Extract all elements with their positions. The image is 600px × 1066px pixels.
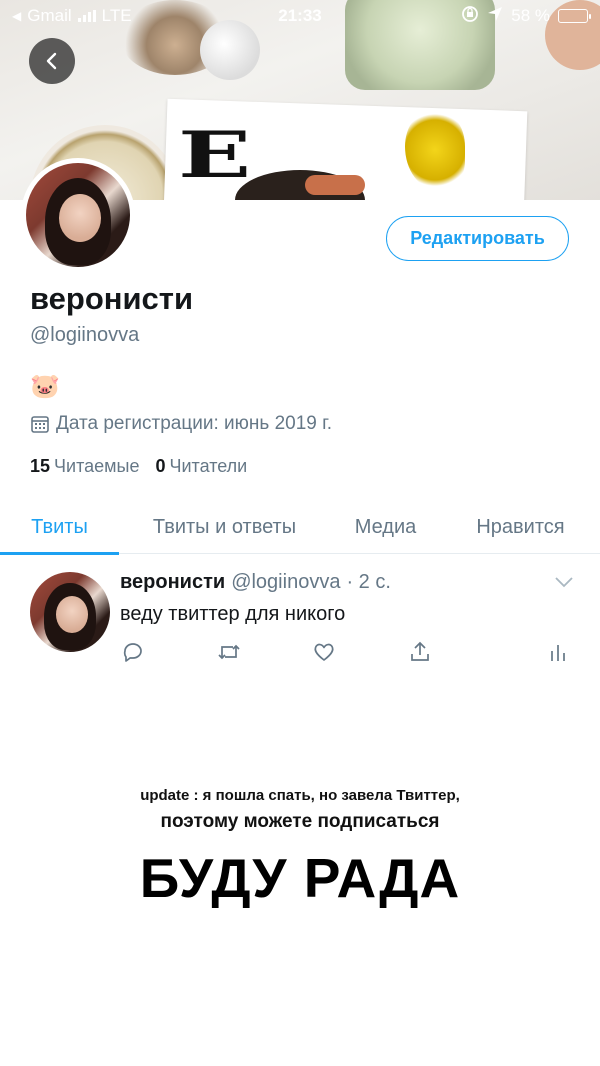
tweet-author-name: веронисти [120, 571, 226, 593]
analytics-icon [551, 645, 565, 661]
followers-link[interactable]: 0 Читатели [155, 456, 247, 477]
tweet-actions [120, 639, 580, 665]
tab-tweets-and-replies[interactable]: Твиты и ответы [119, 500, 330, 554]
status-bar: ◀ Gmail LTE 21:33 58 % [0, 0, 600, 32]
reply-button[interactable] [120, 639, 146, 665]
signal-icon [77, 10, 96, 22]
carrier-label[interactable]: Gmail [27, 6, 71, 26]
reply-icon [123, 643, 142, 662]
network-label: LTE [101, 6, 132, 25]
share-icon [411, 641, 429, 661]
following-link[interactable]: 15 Читаемые [30, 456, 139, 477]
location-arrow-icon [487, 6, 503, 27]
share-button[interactable] [407, 639, 433, 665]
battery-percent: 58 % [511, 6, 550, 25]
profile-name: веронисти [30, 281, 194, 316]
tweet-time: · 2 с. [346, 571, 391, 593]
chevron-down-icon [555, 577, 573, 588]
like-icon [314, 643, 334, 661]
overlay-update-text: update : я пошла спать, но завела Твитте… [140, 787, 460, 804]
profile-handle: @logiinovva [30, 324, 140, 346]
tweet-text: веду твиттер для никого [120, 603, 346, 625]
back-arrow-icon [46, 52, 57, 70]
following-count: 15 [30, 456, 51, 476]
tweet-avatar[interactable] [30, 572, 110, 652]
followers-count: 0 [155, 456, 166, 476]
follow-stats: 15 Читаемые 0 Читатели [30, 456, 247, 477]
tab-likes[interactable]: Нравится [441, 500, 600, 554]
battery-icon [558, 9, 591, 23]
profile-avatar[interactable] [21, 158, 135, 272]
tweet[interactable]: веронисти @logiinovva · 2 с. веду твитте… [0, 555, 600, 675]
retweet-button[interactable] [216, 639, 242, 665]
overlay-headline: БУДУ РАДА [139, 847, 461, 909]
back-to-app-icon[interactable]: ◀ [12, 9, 21, 23]
tweet-menu-button[interactable] [554, 575, 574, 594]
overlay-subscribe-text: поэтому можете подписаться [160, 811, 440, 832]
profile-tabs: Твиты Твиты и ответы Медиа Нравится [0, 500, 600, 555]
join-date-label: Дата регистрации: июнь 2019 г. [56, 413, 333, 434]
calendar-icon [31, 416, 49, 433]
tweet-header: веронисти @logiinovva · 2 с. [120, 571, 391, 594]
join-date: Дата регистрации: июнь 2019 г. [30, 413, 332, 435]
like-button[interactable] [311, 639, 337, 665]
back-button[interactable] [29, 38, 75, 84]
tab-tweets[interactable]: Твиты [0, 500, 119, 555]
retweet-icon [218, 644, 240, 660]
tab-media[interactable]: Медиа [330, 500, 441, 554]
analytics-button[interactable] [545, 639, 571, 665]
edit-profile-button[interactable]: Редактировать [386, 216, 569, 261]
followers-label: Читатели [169, 456, 248, 476]
following-label: Читаемые [54, 456, 140, 476]
orientation-lock-icon [461, 5, 479, 28]
tweet-author-handle: @logiinovva [231, 571, 341, 593]
profile-bio: 🐷 [30, 373, 60, 400]
